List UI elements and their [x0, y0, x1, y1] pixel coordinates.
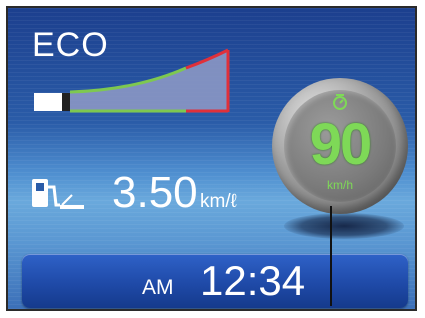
speed-limit-value: 90 [309, 112, 373, 177]
speed-limit-sign: 90 km/h [272, 78, 408, 214]
speed-camera-icon [333, 94, 347, 110]
speed-limit-unit: km/h [326, 178, 353, 192]
display-screen: ECO 3.50 km/ℓ 90 km/h AM 12:34 [6, 6, 417, 311]
fuel-economy-row: 3.50 km/ℓ [28, 171, 288, 223]
fuel-economy-value: 3.50 [112, 168, 198, 217]
eco-meter-indicator-cap [62, 93, 70, 111]
fuel-pump-icon [32, 179, 84, 209]
speed-sign-shadow [284, 213, 404, 239]
clock-bar: AM 12:34 [22, 254, 408, 308]
callout-line [330, 206, 332, 306]
clock-ampm: AM [142, 276, 174, 299]
clock-time: 12:34 [200, 257, 306, 304]
eco-meter [34, 48, 230, 113]
fuel-economy-unit: km/ℓ [200, 191, 237, 212]
